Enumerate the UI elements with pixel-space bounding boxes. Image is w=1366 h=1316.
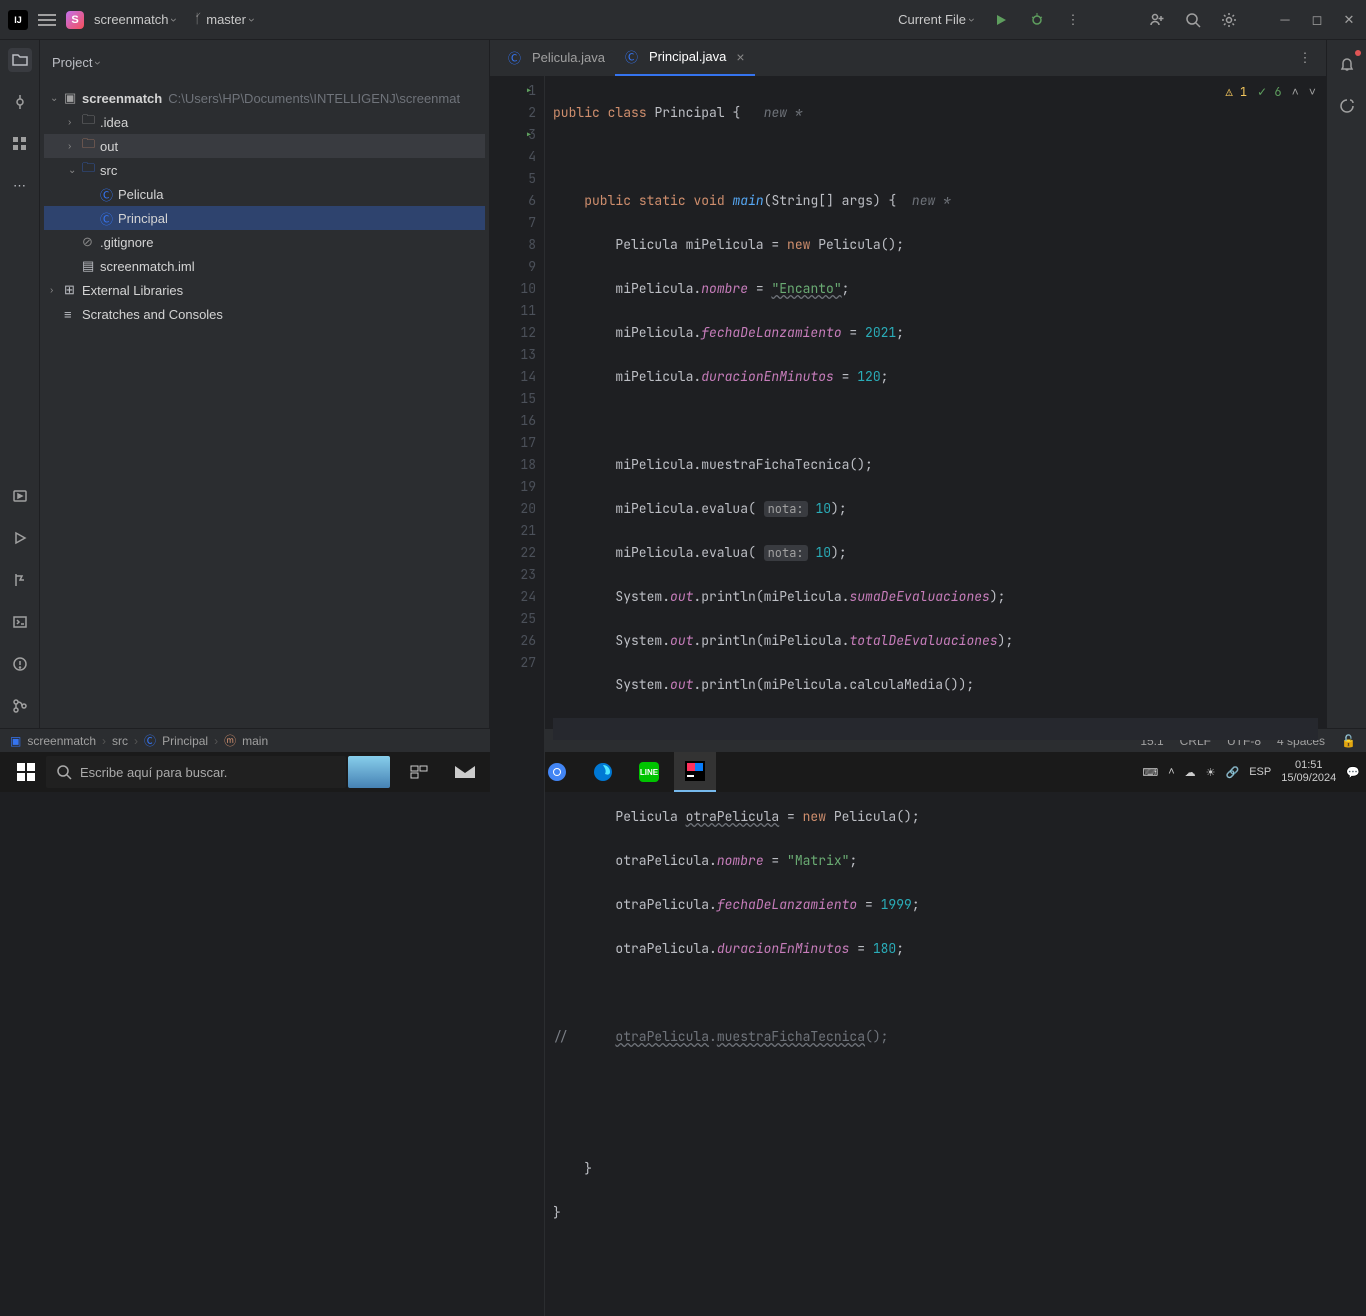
- tree-external[interactable]: ⊞ External Libraries: [44, 278, 485, 302]
- tree-principal[interactable]: Ⓒ Principal: [44, 206, 485, 230]
- tree-iml[interactable]: ▤ screenmatch.iml: [44, 254, 485, 278]
- search-icon[interactable]: [1184, 11, 1202, 29]
- tab-principal[interactable]: ⒸPrincipal.java×: [615, 40, 755, 76]
- settings-icon[interactable]: [1220, 11, 1238, 29]
- run-line-icon[interactable]: ▸: [525, 80, 533, 102]
- code-editor[interactable]: 1▸ 2 3▸ 45678 910111213 1415161718 19202…: [490, 76, 1326, 1316]
- taskbar-search[interactable]: Escribe aquí para buscar.: [46, 756, 346, 788]
- gutter: 1▸ 2 3▸ 45678 910111213 1415161718 19202…: [490, 76, 545, 1316]
- tree-out[interactable]: 🗀 out: [44, 134, 485, 158]
- tree-root[interactable]: ▣ screenmatch C:\Users\HP\Documents\INTE…: [44, 86, 485, 110]
- build-tool-button[interactable]: [8, 568, 32, 592]
- close-icon[interactable]: ×: [736, 49, 744, 65]
- project-tree: ▣ screenmatch C:\Users\HP\Documents\INTE…: [40, 84, 489, 728]
- project-dropdown[interactable]: screenmatch: [94, 12, 176, 27]
- run-config-dropdown[interactable]: Current File: [898, 12, 974, 27]
- tree-src[interactable]: 🗀 src: [44, 158, 485, 182]
- editor-area: ⒸPelicula.java ⒸPrincipal.java× ⋮ 1▸ 2 3…: [490, 40, 1326, 728]
- readonly-icon[interactable]: 🔓: [1341, 734, 1356, 748]
- editor-tabs: ⒸPelicula.java ⒸPrincipal.java× ⋮: [490, 40, 1326, 76]
- project-panel-header[interactable]: Project: [40, 40, 489, 84]
- notifications-button[interactable]: [1335, 52, 1359, 76]
- tree-pelicula[interactable]: Ⓒ Pelicula: [44, 182, 485, 206]
- more-tools-button[interactable]: ⋯: [8, 174, 32, 198]
- tree-gitignore[interactable]: ⊘ .gitignore: [44, 230, 485, 254]
- ai-assistant-button[interactable]: [1335, 94, 1359, 118]
- branch-dropdown[interactable]: ᚶmaster: [194, 12, 254, 27]
- project-tool-button[interactable]: [8, 48, 32, 72]
- code-with-me-icon[interactable]: [1148, 11, 1166, 29]
- left-tool-rail: ⋯: [0, 40, 40, 728]
- editor-inspections[interactable]: ⚠ 1 ✓ 6 ˄˅: [1226, 84, 1316, 100]
- problems-tool-button[interactable]: [8, 652, 32, 676]
- commit-tool-button[interactable]: [8, 90, 32, 114]
- tree-scratches[interactable]: ≡ Scratches and Consoles: [44, 302, 485, 326]
- titlebar: IJ S screenmatch ᚶmaster Current File ⋮ …: [0, 0, 1366, 40]
- structure-tool-button[interactable]: [8, 132, 32, 156]
- mail-app[interactable]: [444, 752, 486, 792]
- services-tool-button[interactable]: [8, 484, 32, 508]
- task-view-button[interactable]: [398, 752, 440, 792]
- action-center[interactable]: 💬: [1346, 766, 1360, 779]
- right-tool-rail: [1326, 40, 1366, 728]
- tab-pelicula[interactable]: ⒸPelicula.java: [498, 40, 615, 76]
- main-menu-button[interactable]: [38, 14, 56, 26]
- ide-logo: IJ: [8, 10, 28, 30]
- tree-idea[interactable]: 🗀 .idea: [44, 110, 485, 134]
- more-actions-button[interactable]: ⋮: [1064, 11, 1082, 29]
- run-line-icon[interactable]: ▸: [525, 124, 533, 146]
- vcs-tool-button[interactable]: [8, 694, 32, 718]
- news-widget[interactable]: [348, 756, 390, 788]
- run-button[interactable]: [992, 11, 1010, 29]
- start-button[interactable]: [6, 752, 46, 792]
- project-panel: Project ▣ screenmatch C:\Users\HP\Docume…: [40, 40, 490, 728]
- maximize-button[interactable]: ◻: [1308, 11, 1326, 29]
- close-button[interactable]: ✕: [1340, 11, 1358, 29]
- debug-button[interactable]: [1028, 11, 1046, 29]
- terminal-tool-button[interactable]: [8, 610, 32, 634]
- breadcrumb[interactable]: ▣screenmatch ›src ›ⒸPrincipal ›ⓜmain: [10, 732, 268, 749]
- project-badge: S: [66, 11, 84, 29]
- code-content[interactable]: public class Principal { new * public st…: [545, 76, 1326, 1316]
- run-tool-button[interactable]: [8, 526, 32, 550]
- minimize-button[interactable]: ─: [1276, 11, 1294, 29]
- tabs-menu-button[interactable]: ⋮: [1300, 49, 1318, 67]
